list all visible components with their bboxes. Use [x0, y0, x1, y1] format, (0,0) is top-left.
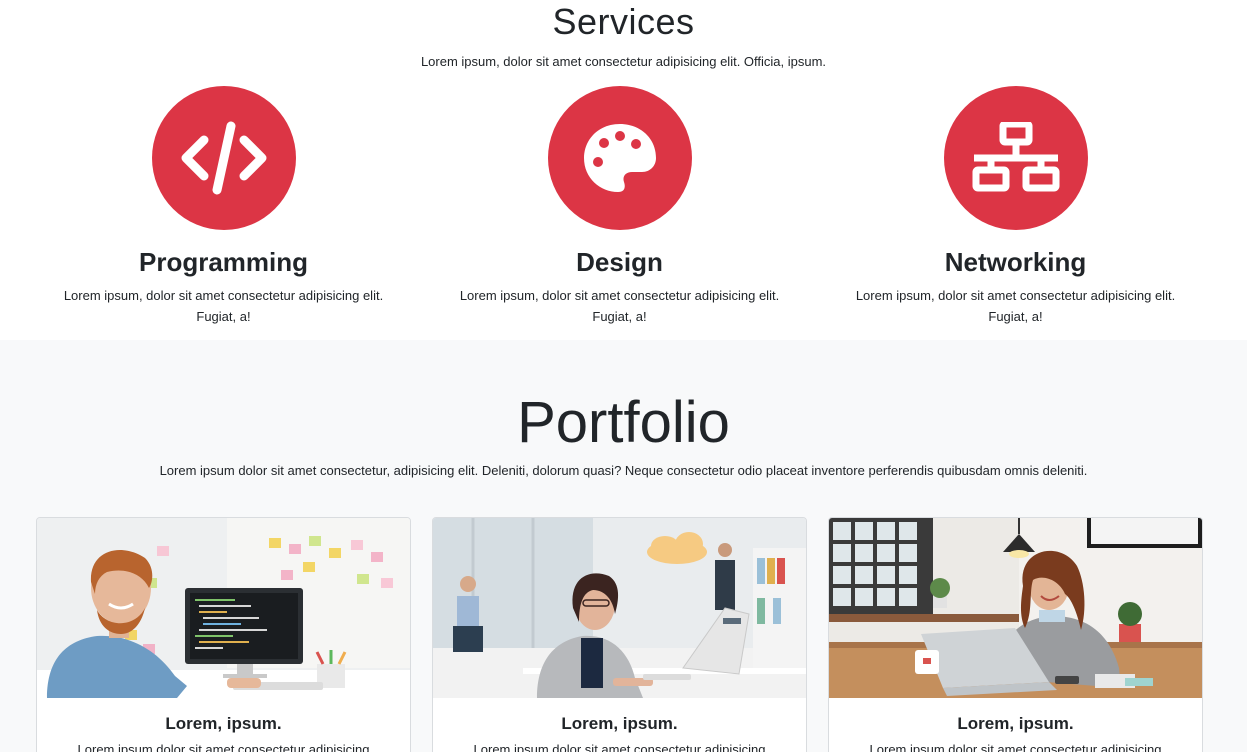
service-title: Design	[576, 247, 663, 277]
card-title: Lorem, ipsum.	[561, 714, 678, 733]
service-design: Design Lorem ipsum, dolor sit amet conse…	[432, 86, 807, 327]
portfolio-card[interactable]: Lorem, ipsum. Lorem ipsum dolor sit amet…	[828, 517, 1203, 752]
portfolio-card[interactable]: Lorem, ipsum. Lorem ipsum dolor sit amet…	[36, 517, 411, 752]
portfolio-image-office	[433, 518, 806, 698]
service-programming: Programming Lorem ipsum, dolor sit amet …	[36, 86, 411, 327]
service-networking: Networking Lorem ipsum, dolor sit amet c…	[828, 86, 1203, 327]
services-section: Services Lorem ipsum, dolor sit amet con…	[0, 0, 1247, 340]
portfolio-image-laptop	[829, 518, 1202, 698]
code-icon	[151, 86, 296, 230]
service-text: Lorem ipsum, dolor sit amet consectetur …	[63, 288, 384, 324]
portfolio-subtitle: Lorem ipsum dolor sit amet consectetur, …	[159, 463, 1088, 478]
service-title: Programming	[138, 247, 309, 277]
portfolio-section: Portfolio Lorem ipsum dolor sit amet con…	[0, 340, 1247, 752]
portfolio-image-developer	[37, 518, 410, 698]
services-subtitle: Lorem ipsum, dolor sit amet consectetur …	[420, 54, 827, 69]
service-text: Lorem ipsum, dolor sit amet consectetur …	[459, 288, 780, 324]
card-text: Lorem ipsum dolor sit amet consectetur a…	[77, 742, 370, 752]
portfolio-card[interactable]: Lorem, ipsum. Lorem ipsum dolor sit amet…	[432, 517, 807, 752]
card-text: Lorem ipsum dolor sit amet consectetur a…	[473, 742, 766, 752]
card-text: Lorem ipsum dolor sit amet consectetur a…	[869, 742, 1162, 752]
network-icon	[943, 86, 1088, 230]
palette-icon	[547, 86, 692, 230]
portfolio-title: Portfolio	[517, 390, 730, 455]
services-title: Services	[552, 1, 695, 42]
card-title: Lorem, ipsum.	[957, 714, 1074, 733]
card-title: Lorem, ipsum.	[165, 714, 282, 733]
service-title: Networking	[944, 247, 1087, 277]
service-text: Lorem ipsum, dolor sit amet consectetur …	[855, 288, 1176, 324]
